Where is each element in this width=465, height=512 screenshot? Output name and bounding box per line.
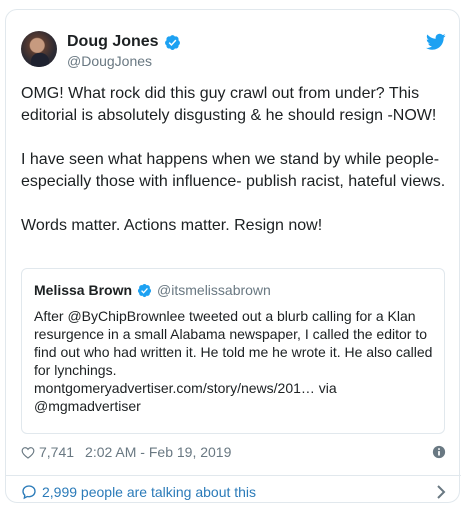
author-handle[interactable]: @DougJones (67, 53, 152, 69)
author-name-row[interactable]: Doug Jones (67, 31, 181, 53)
conversation-link[interactable]: 2,999 people are talking about this (21, 480, 446, 504)
tweet-header: Doug Jones @DougJones (21, 28, 446, 72)
quoted-author-row: Melissa Brown @itsmelissabrown (34, 280, 271, 300)
chevron-right-icon[interactable] (436, 485, 446, 499)
info-icon[interactable] (432, 445, 446, 459)
verified-icon (164, 34, 180, 50)
talking-count-link[interactable]: 2,999 people are talking about this (42, 484, 256, 500)
like-count[interactable]: 7,741 (39, 444, 74, 460)
avatar[interactable] (21, 31, 57, 67)
tweet-timestamp[interactable]: 2:02 AM - Feb 19, 2019 (85, 444, 231, 460)
quoted-tweet[interactable]: Melissa Brown @itsmelissabrown After @By… (21, 268, 445, 434)
tweet-text: OMG! What rock did this guy crawl out fr… (21, 85, 446, 234)
heart-icon[interactable] (21, 446, 35, 459)
tweet-card: Doug Jones @DougJones OMG! What rock did… (5, 9, 461, 504)
tweet-meta: 7,741 2:02 AM - Feb 19, 2019 (21, 442, 446, 462)
verified-icon (137, 283, 152, 297)
quoted-display-name: Melissa Brown (34, 282, 133, 298)
twitter-bird-icon[interactable] (426, 33, 446, 51)
quoted-text: After @ByChipBrownlee tweeted out a blur… (34, 308, 433, 414)
quoted-handle: @itsmelissabrown (157, 282, 271, 298)
footer-divider (6, 475, 461, 476)
author-display-name[interactable]: Doug Jones (67, 33, 159, 51)
reply-bubble-icon (22, 485, 36, 500)
